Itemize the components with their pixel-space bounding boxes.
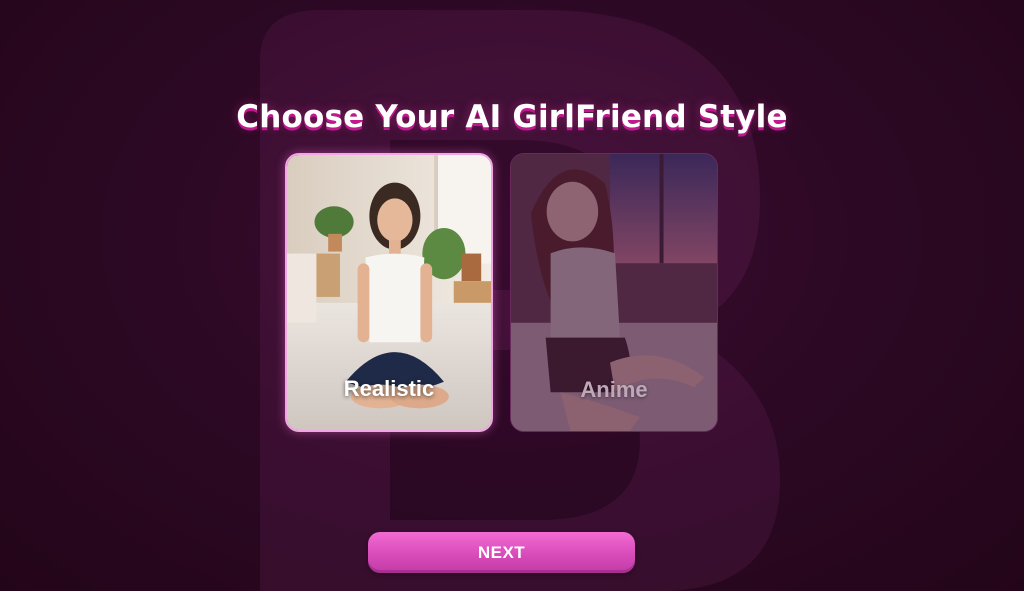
style-label-realistic: Realistic bbox=[343, 376, 435, 401]
style-label-anime: Anime bbox=[580, 377, 648, 402]
style-card-anime[interactable]: Anime bbox=[510, 153, 718, 432]
style-card-realistic[interactable]: Realistic bbox=[285, 153, 493, 432]
next-button[interactable]: NEXT bbox=[368, 532, 635, 573]
page-title: Choose Your AI GirlFriend Style bbox=[236, 98, 788, 135]
style-selection-screen: Choose Your AI GirlFriend Style Realisti… bbox=[0, 0, 1024, 591]
